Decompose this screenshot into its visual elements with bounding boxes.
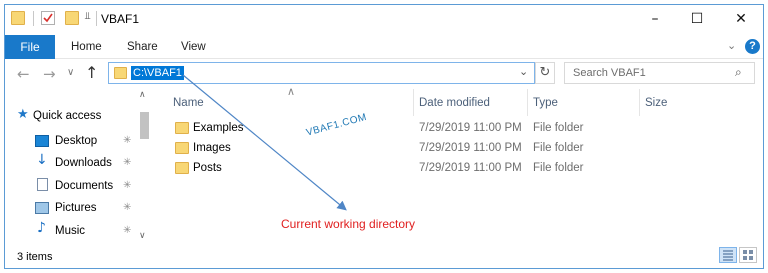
large-icons-view-icon[interactable] bbox=[739, 247, 757, 263]
annotation-label: Current working directory bbox=[281, 217, 416, 231]
explorer-window: ⫫ VBAF1 – ☐ ✕ File Home Share View ⌄ ? ←… bbox=[4, 4, 764, 269]
details-view-icon[interactable] bbox=[719, 247, 737, 263]
status-items-count: 3 items bbox=[17, 251, 53, 263]
